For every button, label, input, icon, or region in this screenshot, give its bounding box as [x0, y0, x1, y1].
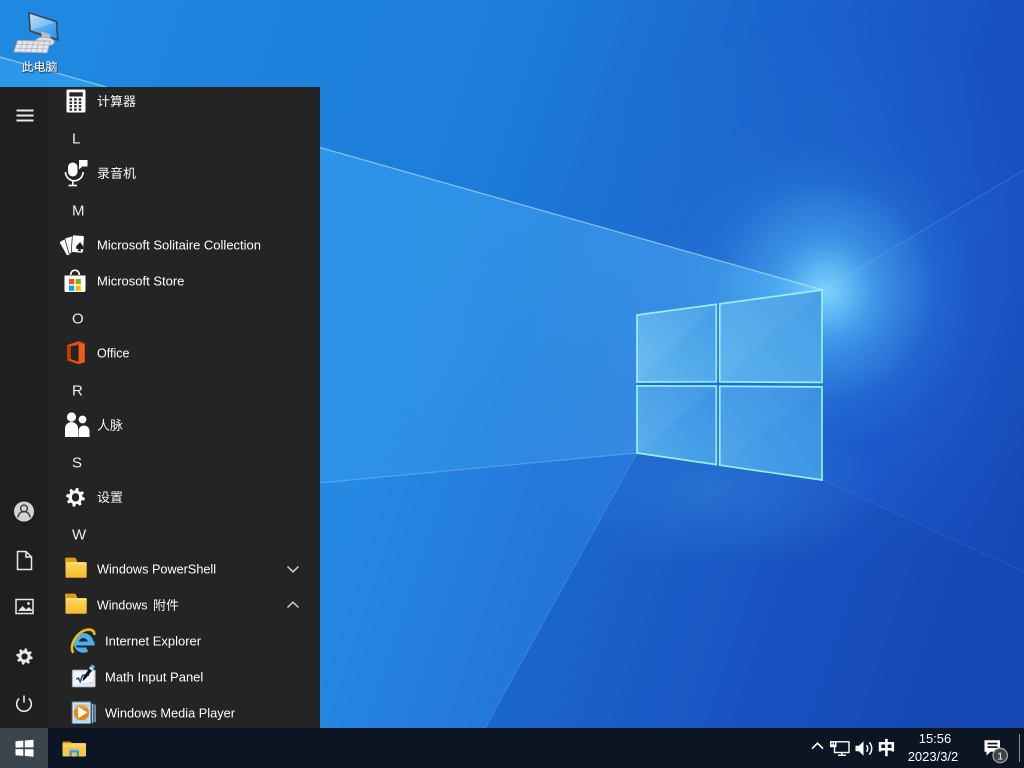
- svg-text:1: 1: [997, 750, 1003, 762]
